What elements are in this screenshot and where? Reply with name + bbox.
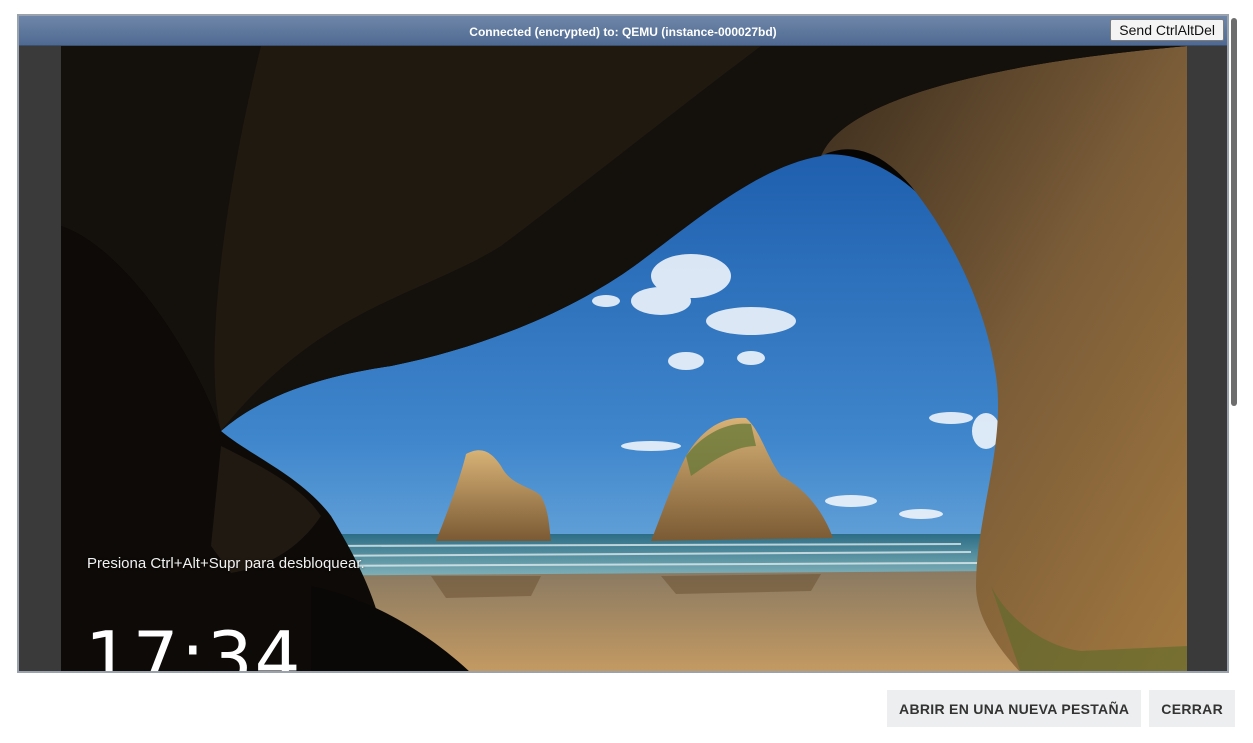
open-new-tab-button[interactable]: ABRIR EN UNA NUEVA PESTAÑA <box>887 690 1142 727</box>
unlock-hint-text: Presiona Ctrl+Alt+Supr para desbloquear. <box>87 555 365 572</box>
lock-screen-wallpaper <box>61 46 1187 671</box>
connection-status-text: Connected (encrypted) to: QEMU (instance… <box>469 25 777 39</box>
close-button[interactable]: CERRAR <box>1149 690 1235 727</box>
console-dialog: Connected (encrypted) to: QEMU (instance… <box>0 0 1253 743</box>
dialog-actions: ABRIR EN UNA NUEVA PESTAÑA CERRAR <box>887 690 1235 727</box>
vnc-status-bar: Connected (encrypted) to: QEMU (instance… <box>19 16 1227 46</box>
lock-screen-clock: 17:34 <box>85 616 303 673</box>
vnc-console-frame: Connected (encrypted) to: QEMU (instance… <box>17 14 1229 673</box>
scrollbar-thumb[interactable] <box>1231 18 1237 406</box>
send-ctrl-alt-del-button[interactable]: Send CtrlAltDel <box>1110 19 1224 41</box>
remote-screen[interactable]: Presiona Ctrl+Alt+Supr para desbloquear.… <box>61 46 1187 673</box>
